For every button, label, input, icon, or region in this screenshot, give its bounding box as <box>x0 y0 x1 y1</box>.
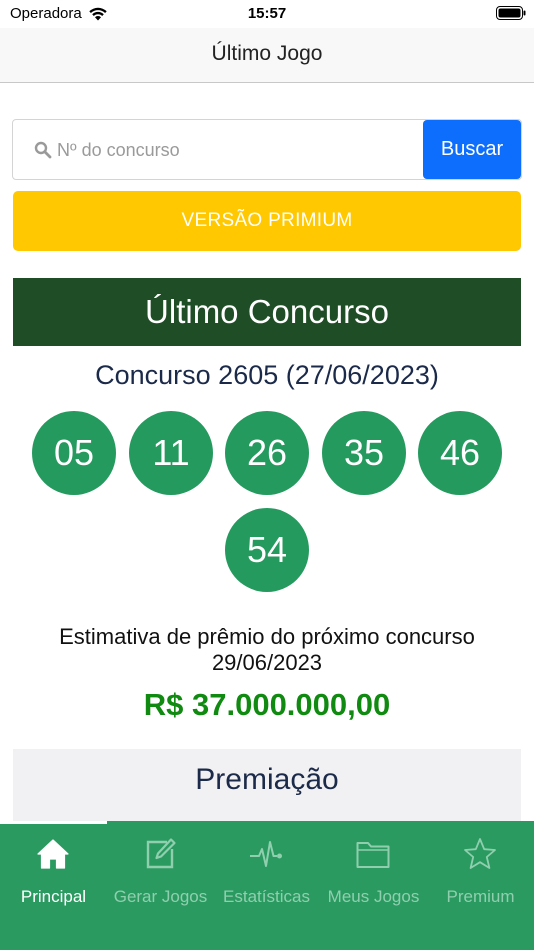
status-bar: Operadora 15:57 <box>0 0 534 28</box>
search-input[interactable] <box>57 130 417 170</box>
tab-meus-jogos[interactable]: Meus Jogos <box>320 821 427 921</box>
drawn-number: 46 <box>418 411 502 495</box>
tab-label: Premium <box>446 887 515 906</box>
latest-contest-header: Último Concurso <box>13 278 521 346</box>
tab-label: Meus Jogos <box>327 887 420 906</box>
star-icon <box>464 838 496 869</box>
home-icon <box>37 839 69 869</box>
contest-title: Concurso 2605 (27/06/2023) <box>95 360 439 390</box>
drawn-number: 05 <box>32 411 116 495</box>
tab-label: Estatísticas <box>223 887 310 906</box>
screen: Operadora 15:57 Último Jogo Buscar VERSÃ… <box>0 0 534 950</box>
prizes-header: Premiação <box>13 749 521 821</box>
tab-label: Principal <box>20 887 87 906</box>
prize-estimate-value: R$ 37.000.000,00 <box>143 687 391 722</box>
tab-principal[interactable]: Principal <box>0 821 107 921</box>
page-title: Último Jogo <box>211 42 323 65</box>
tab-gerar-jogos[interactable]: Gerar Jogos <box>107 821 214 921</box>
drawn-number: 11 <box>129 411 213 495</box>
search-icon <box>34 141 52 159</box>
search-button[interactable]: Buscar <box>423 120 521 179</box>
drawn-number: 26 <box>225 411 309 495</box>
pulse-icon <box>250 841 282 867</box>
folder-icon <box>356 842 390 868</box>
drawn-number: 35 <box>322 411 406 495</box>
tab-label: Gerar Jogos <box>113 887 208 906</box>
prize-estimate: Estimativa de prêmio do próximo concurso… <box>0 624 534 676</box>
tab-premium[interactable]: Premium <box>427 821 534 921</box>
prize-estimate-label: Estimativa de prêmio do próximo concurso <box>59 624 475 649</box>
clock: 15:57 <box>247 5 287 22</box>
drawn-number: 54 <box>225 508 309 592</box>
nav-bar: Último Jogo <box>0 28 534 83</box>
premium-button[interactable]: VERSÃO PRIMIUM <box>13 191 521 251</box>
tab-estatisticas[interactable]: Estatísticas <box>213 821 320 921</box>
battery-icon <box>496 6 526 20</box>
edit-icon <box>146 838 176 869</box>
prize-estimate-date: 29/06/2023 <box>211 650 323 675</box>
